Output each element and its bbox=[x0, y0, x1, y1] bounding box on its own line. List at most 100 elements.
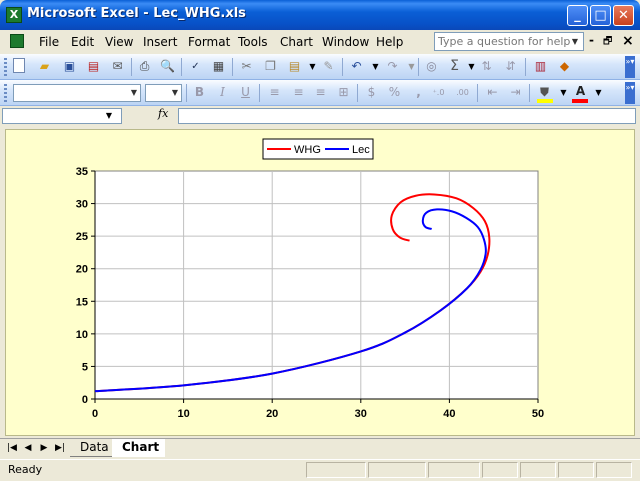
increase-indent-icon[interactable]: ⇥ bbox=[507, 84, 524, 101]
open-icon[interactable]: ▰ bbox=[36, 58, 53, 75]
font-color-swatch bbox=[572, 99, 588, 103]
underline-icon[interactable]: U bbox=[237, 84, 254, 101]
separator bbox=[525, 58, 526, 76]
separator bbox=[529, 84, 530, 102]
drawing-icon[interactable]: ◆ bbox=[556, 58, 573, 75]
y-tick-label: 30 bbox=[76, 199, 88, 211]
increase-decimal-icon[interactable]: ⁺.0 bbox=[430, 84, 447, 101]
research-icon[interactable]: ▦ bbox=[210, 58, 227, 75]
menu-window[interactable]: Window bbox=[322, 35, 369, 49]
undo-icon[interactable]: ↶ bbox=[348, 58, 365, 75]
menu-view[interactable]: View bbox=[105, 35, 133, 49]
y-tick-label: 5 bbox=[82, 361, 88, 373]
doc-minimize-button[interactable]: - bbox=[589, 33, 594, 47]
minimize-button[interactable]: _ bbox=[567, 5, 588, 26]
menu-help[interactable]: Help bbox=[376, 35, 403, 49]
permission-icon[interactable]: ▤ bbox=[85, 58, 102, 75]
doc-restore-button[interactable]: 🗗 bbox=[603, 34, 612, 51]
new-icon[interactable] bbox=[13, 58, 25, 73]
close-button[interactable]: ✕ bbox=[613, 5, 634, 26]
menu-chart[interactable]: Chart bbox=[280, 35, 313, 49]
help-dropdown-arrow[interactable]: ▼ bbox=[568, 33, 582, 50]
workbook-icon[interactable] bbox=[10, 34, 24, 48]
menu-format[interactable]: Format bbox=[188, 35, 230, 49]
menu-file[interactable]: File bbox=[39, 35, 59, 49]
maximize-button[interactable]: □ bbox=[590, 5, 611, 26]
merge-center-icon[interactable]: ⊞ bbox=[335, 84, 352, 101]
autosum-icon[interactable]: Σ bbox=[446, 58, 463, 75]
status-panel bbox=[482, 462, 518, 478]
status-panel bbox=[558, 462, 594, 478]
separator bbox=[477, 84, 478, 102]
toolbar-grip[interactable] bbox=[4, 58, 7, 76]
italic-icon[interactable]: I bbox=[214, 84, 231, 101]
align-center-icon[interactable]: ≡ bbox=[290, 84, 307, 101]
percent-icon[interactable]: % bbox=[386, 84, 403, 101]
cut-icon[interactable]: ✂ bbox=[238, 58, 255, 75]
doc-close-button[interactable]: × bbox=[622, 33, 634, 49]
spelling-icon[interactable]: ✓ bbox=[187, 58, 204, 75]
excel-app-icon[interactable]: X bbox=[6, 7, 22, 23]
toolbar-grip[interactable] bbox=[4, 84, 7, 102]
x-tick-label: 20 bbox=[266, 408, 278, 420]
hyperlink-icon[interactable]: ◎ bbox=[423, 58, 440, 75]
decrease-decimal-icon[interactable]: .00 bbox=[454, 84, 471, 101]
y-tick-label: 25 bbox=[76, 231, 88, 243]
next-sheet-button[interactable]: ▶ bbox=[38, 441, 50, 455]
fill-color-dropdown-icon[interactable]: ▼ bbox=[555, 84, 572, 101]
align-left-icon[interactable]: ≡ bbox=[266, 84, 283, 101]
sort-ascending-icon[interactable]: ⇅ bbox=[478, 58, 495, 75]
align-right-icon[interactable]: ≡ bbox=[312, 84, 329, 101]
x-tick-label: 0 bbox=[92, 408, 98, 420]
menu-tools[interactable]: Tools bbox=[238, 35, 268, 49]
print-icon[interactable]: ⎙ bbox=[136, 58, 153, 75]
fill-color-swatch bbox=[537, 99, 553, 103]
x-tick-label: 40 bbox=[443, 408, 455, 420]
sheet-tab-chart[interactable]: Chart bbox=[112, 439, 166, 457]
toolbar-options-icon[interactable]: »▾ bbox=[625, 56, 635, 78]
sheet-tab-data[interactable]: Data bbox=[70, 439, 115, 457]
menu-insert[interactable]: Insert bbox=[143, 35, 177, 49]
chart[interactable]: 0 10 20 30 40 50 0 5 10 15 20 25 30 35 WHG Lec bbox=[5, 129, 635, 436]
formula-input[interactable] bbox=[178, 108, 636, 124]
redo-icon[interactable]: ↷ bbox=[384, 58, 401, 75]
status-panel bbox=[428, 462, 480, 478]
font-name-dropdown-icon[interactable]: ▼ bbox=[128, 84, 140, 102]
separator bbox=[259, 84, 260, 102]
paste-dropdown-icon[interactable]: ▼ bbox=[304, 58, 321, 75]
bold-icon[interactable]: B bbox=[191, 84, 208, 101]
status-panel bbox=[596, 462, 632, 478]
separator bbox=[232, 58, 233, 76]
font-name-select[interactable] bbox=[13, 84, 141, 102]
decrease-indent-icon[interactable]: ⇤ bbox=[484, 84, 501, 101]
comma-style-icon[interactable]: , bbox=[410, 84, 427, 101]
name-box-dropdown-icon[interactable]: ▼ bbox=[102, 109, 116, 123]
toolbar-options-icon[interactable]: »▾ bbox=[625, 82, 635, 104]
y-tick-label: 15 bbox=[76, 296, 88, 308]
email-icon[interactable]: ✉ bbox=[109, 58, 126, 75]
y-tick-label: 10 bbox=[76, 329, 88, 341]
sort-descending-icon[interactable]: ⇵ bbox=[502, 58, 519, 75]
font-color-dropdown-icon[interactable]: ▼ bbox=[590, 84, 607, 101]
status-text: Ready bbox=[8, 463, 43, 476]
currency-icon[interactable]: $ bbox=[363, 84, 380, 101]
undo-dropdown-icon[interactable]: ▼ bbox=[367, 58, 384, 75]
prev-sheet-button[interactable]: ◀ bbox=[22, 441, 34, 455]
print-preview-icon[interactable]: 🔍 bbox=[159, 58, 176, 75]
paste-icon[interactable]: ▤ bbox=[286, 58, 303, 75]
insert-function-icon[interactable]: fx bbox=[158, 107, 168, 120]
last-sheet-button[interactable]: ▶| bbox=[54, 441, 66, 455]
format-painter-icon[interactable]: ✎ bbox=[320, 58, 337, 75]
chart-wizard-icon[interactable]: ▥ bbox=[532, 58, 549, 75]
separator bbox=[342, 58, 343, 76]
legend-label-lec: Lec bbox=[352, 144, 370, 156]
copy-icon[interactable]: ❐ bbox=[262, 58, 279, 75]
menu-edit[interactable]: Edit bbox=[71, 35, 94, 49]
window-title: Microsoft Excel - Lec_WHG.xls bbox=[27, 6, 246, 21]
font-color-icon[interactable]: A bbox=[572, 83, 589, 100]
save-icon[interactable]: ▣ bbox=[61, 58, 78, 75]
x-tick-label: 30 bbox=[355, 408, 367, 420]
first-sheet-button[interactable]: |◀ bbox=[6, 441, 18, 455]
font-size-dropdown-icon[interactable]: ▼ bbox=[169, 84, 181, 102]
help-search-input[interactable]: Type a question for help bbox=[434, 32, 584, 51]
